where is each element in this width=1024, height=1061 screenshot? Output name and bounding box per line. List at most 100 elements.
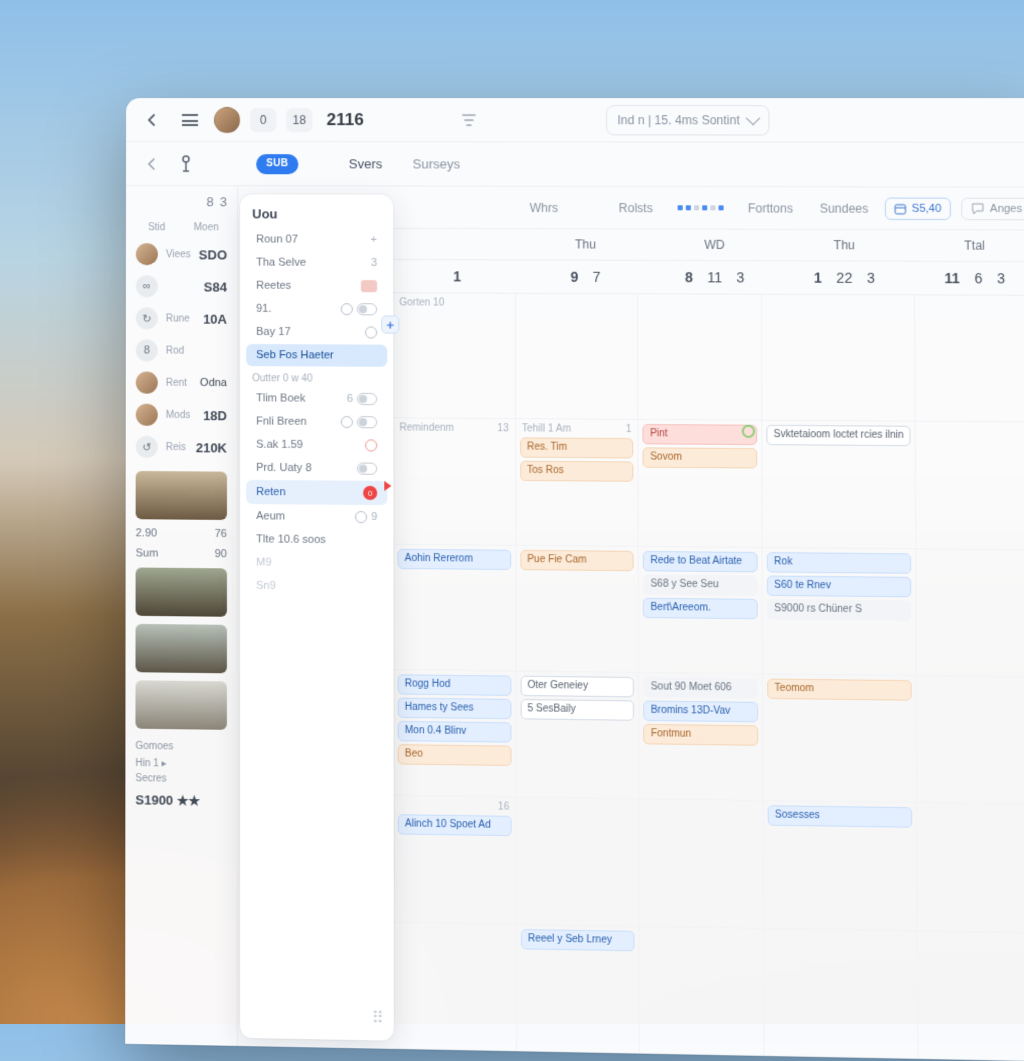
panel-item[interactable]: Sn9 [246,575,387,599]
event[interactable]: 5 SesBaily [520,699,634,721]
filter-button[interactable] [455,106,483,134]
event[interactable]: Bert\Areeom. [643,597,758,619]
panel-item[interactable]: 91. [246,298,387,321]
calendar-cell[interactable]: Rede to Beat AirtateS68 y See SeuBert\Ar… [639,547,763,675]
calendar-cell[interactable]: Rogg HodHames ty SeesMon 0.4 BlinvBeo [394,670,517,798]
panel-item[interactable]: Reten0 [246,480,387,505]
avatar[interactable] [214,107,240,133]
calendar-cell[interactable] [918,804,1024,934]
menu-button[interactable] [176,106,204,134]
event[interactable]: Oter Geneiey [520,676,634,698]
event[interactable]: S60 te Rnev [767,575,912,597]
calendar-cell[interactable]: Aohin Rererom [393,544,516,671]
calendar-cell[interactable] [916,422,1024,550]
sidebar-item[interactable]: ↺Reis210K [126,431,237,464]
panel-item[interactable]: Fnli Breen [246,410,387,433]
panel-item[interactable]: M9 [246,551,387,575]
thumbnail[interactable] [136,567,227,616]
panel-item[interactable]: Tlte 10.6 soos [246,528,387,551]
event[interactable]: Rogg Hod [398,674,512,696]
sidebar-item[interactable]: ↻Rune10A [126,302,237,335]
calendar-cell[interactable] [764,929,919,1059]
navtab[interactable]: Sundees [809,197,878,219]
event[interactable]: Reeel y Seb Lrney [521,929,635,951]
calendar-cell[interactable]: Svktetaioom loctet rcies ilnin [762,421,916,549]
calendar-cell[interactable] [516,798,640,927]
navtab[interactable]: Whrs [519,196,568,218]
event[interactable]: Pint [643,424,757,445]
calendar-cell[interactable]: Reeel y Seb Lrney [517,924,641,1053]
thumbnail[interactable] [135,680,226,730]
calendar-cell[interactable] [516,294,639,421]
event[interactable]: Bromins 13D-Vav [644,701,759,723]
event[interactable]: Rok [767,552,912,574]
calendar-cell[interactable] [762,295,916,422]
back-button-2[interactable] [138,150,166,178]
calendar-cell[interactable]: Sosesses [764,801,919,931]
panel-item[interactable]: Roun 07+ [246,228,387,251]
panel-item[interactable]: Aeum9 [246,505,387,528]
calendar-cell[interactable]: Pint Sovom [639,420,763,547]
back-button[interactable] [138,106,166,134]
event[interactable]: Aohin Rererom [398,548,511,569]
thumbnail[interactable] [136,471,227,520]
action-chip[interactable]: Anges [961,197,1024,220]
panel-item[interactable]: Tlim Boek6 [246,387,387,410]
avatar-icon [136,243,158,265]
sidebar-item[interactable]: RentOdna [126,366,237,399]
panel-item[interactable]: Prd. Uaty 8 [246,457,387,480]
calendar-cell[interactable] [394,922,517,1051]
tab-surseys[interactable]: Surseys [402,150,470,177]
calendar-cell[interactable] [918,931,1024,1061]
calendar-cell[interactable]: 16Alinch 10 Spoet Ad [394,796,517,924]
calendar-cell[interactable]: Sout 90 Moet 606Bromins 13D-VavFontmun [639,673,763,801]
calendar-cell[interactable] [917,549,1024,678]
calendar-cell[interactable] [915,295,1024,423]
navtab[interactable]: Rolsts [609,196,663,218]
event[interactable]: Res. Tim [520,438,634,459]
event[interactable]: Teomom [767,679,912,701]
calendar-cell[interactable] [640,927,764,1056]
calendar-cell[interactable]: RokS60 te RnevS9000 rs Chüner S [763,548,917,677]
calendar-grid: Gorten 10Remindenm13Tehill 1 Am1Res. Tim… [393,293,1024,1061]
event[interactable]: Sovom [643,448,757,469]
tab-svers[interactable]: Svers [339,150,393,177]
grid-icon[interactable] [677,205,723,210]
calendar-cell[interactable]: Tehill 1 Am1Res. TimTos Ros [516,419,639,546]
sidebar-item[interactable]: ∞S84 [126,270,237,303]
panel-item[interactable]: S.ak 1.59 [246,434,387,457]
event[interactable]: Beo [398,744,512,766]
event[interactable]: Alinch 10 Spoet Ad [398,815,512,837]
calendar-cell[interactable]: Remindenm13 [393,419,516,546]
calendar-cell[interactable]: Teomom [763,674,917,803]
sl-header-row: Stid Moen [126,217,237,238]
value-chip[interactable]: S5,40 [885,197,951,220]
calendar-cell[interactable] [640,800,764,929]
calendar-cell[interactable]: Gorten 10 [393,293,516,419]
event[interactable]: Mon 0.4 Blinv [398,721,512,743]
event[interactable]: Pue Fie Cam [520,549,634,570]
context-dropdown[interactable]: Ind n | 15. 4ms Sontint [606,105,769,135]
sidebar-item[interactable]: 8Rod [126,334,237,367]
panel-item[interactable]: Reetes [246,275,387,298]
panel-item[interactable]: Seb Fos Haeter [246,344,387,367]
calendar-cell[interactable]: Pue Fie Cam [516,545,639,673]
event[interactable]: Tos Ros [520,461,634,482]
panel-item[interactable]: Tha Selve3 [246,252,387,275]
sidebar-item[interactable]: Mods18D [126,399,237,432]
event[interactable]: Sosesses [768,806,913,829]
event[interactable]: Fontmun [644,724,759,746]
panel-item[interactable]: Bay 17 [246,321,387,344]
drag-handle-icon[interactable]: ⠿ [362,1002,394,1035]
event[interactable]: Rede to Beat Airtate [643,551,758,572]
navtab[interactable]: Forttons [738,197,804,219]
add-button[interactable]: + [381,315,399,333]
sidebar-item[interactable]: VieesSDO [126,238,237,270]
event[interactable]: Hames ty Sees [398,698,512,720]
event[interactable]: Svktetaioom loctet rcies ilnin [766,425,910,446]
title-year: 2116 [327,110,364,130]
thumbnail[interactable] [136,624,227,673]
calendar-cell[interactable] [917,676,1024,805]
calendar-cell[interactable]: Oter Geneiey5 SesBaily [516,672,640,800]
calendar-cell[interactable] [638,294,762,421]
